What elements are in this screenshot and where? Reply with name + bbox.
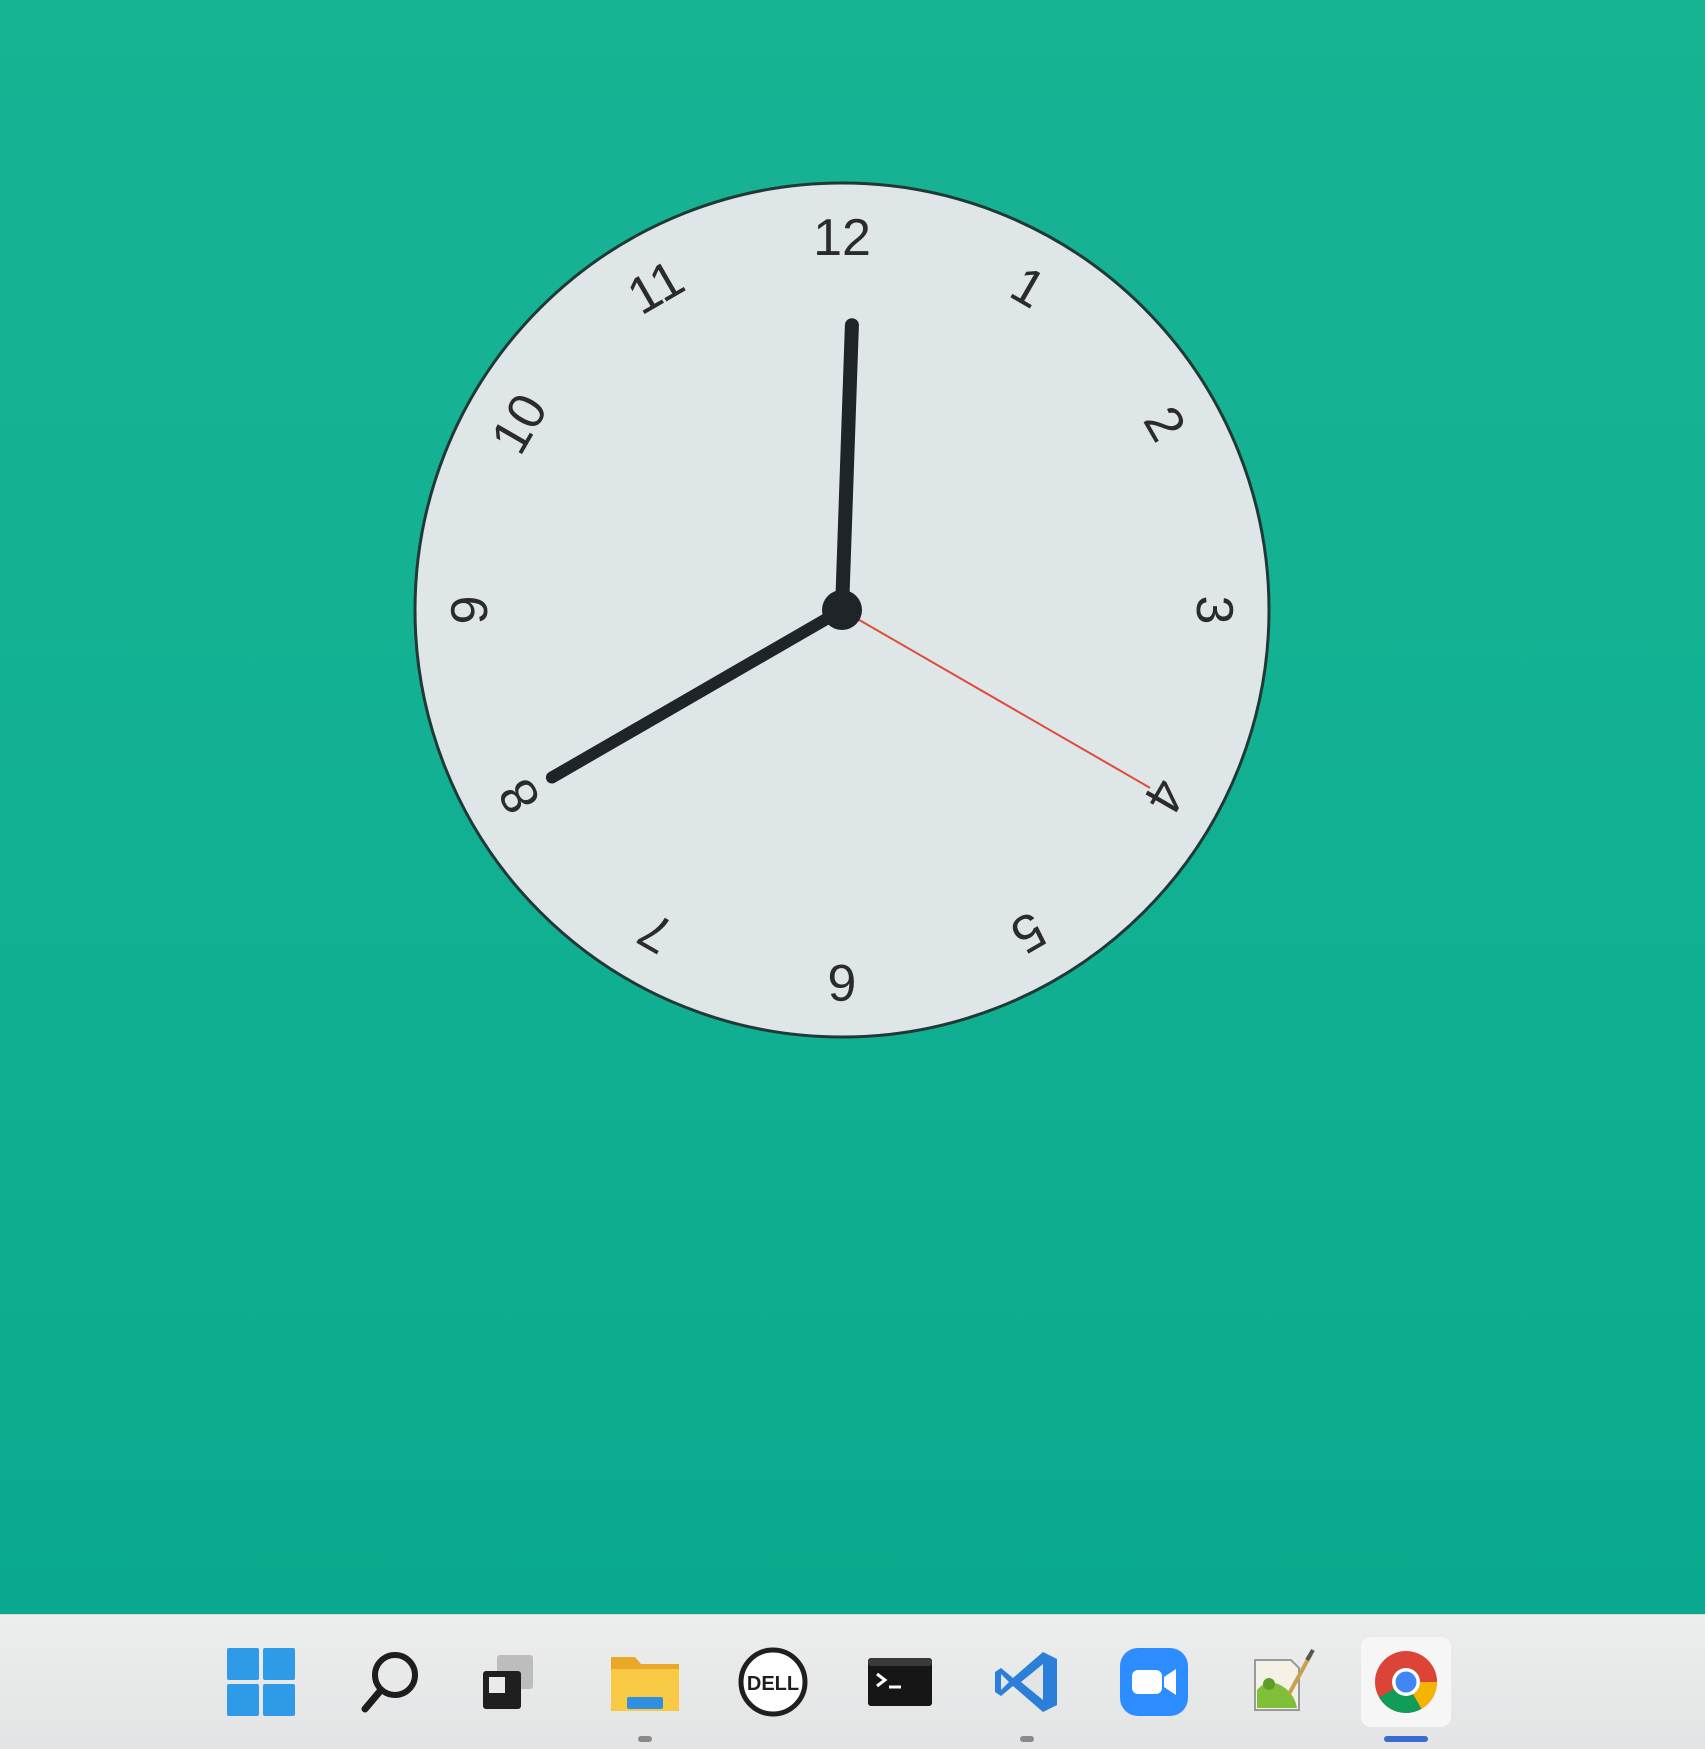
dell-app-button[interactable]: DELL: [728, 1637, 818, 1727]
running-indicator: [1020, 1736, 1034, 1742]
windows-logo-icon: [227, 1648, 295, 1716]
desktop-background: 12 1 2 3 4 5 6 7 8 9 10 11: [0, 0, 1705, 1614]
active-app-indicator: [1384, 1736, 1428, 1742]
dell-logo-icon: DELL: [738, 1647, 808, 1717]
clock-number: 12: [813, 209, 871, 267]
chrome-button[interactable]: [1361, 1637, 1451, 1727]
notepad-plus-plus-button[interactable]: [1236, 1637, 1326, 1727]
task-view-button[interactable]: [465, 1637, 555, 1727]
search-button[interactable]: [345, 1637, 435, 1727]
vscode-button[interactable]: [982, 1637, 1072, 1727]
clock-number: 3: [1185, 596, 1243, 625]
task-view-icon: [483, 1655, 533, 1709]
running-indicator: [638, 1736, 652, 1742]
clock-number: 6: [828, 953, 857, 1011]
terminal-icon: [868, 1658, 932, 1706]
vscode-icon: [995, 1652, 1057, 1712]
zoom-button[interactable]: [1109, 1637, 1199, 1727]
chrome-icon: [1375, 1651, 1437, 1713]
analog-clock: 121234567891011: [413, 181, 1271, 1039]
start-button[interactable]: [216, 1637, 306, 1727]
notepad-plus-plus-icon: [1254, 1648, 1315, 1711]
clock-number: 9: [441, 596, 499, 625]
search-icon: [361, 1652, 418, 1713]
terminal-button[interactable]: [855, 1637, 945, 1727]
zoom-icon: [1120, 1648, 1188, 1716]
dell-logo-text: DELL: [747, 1673, 799, 1695]
folder-icon: [611, 1657, 679, 1711]
file-explorer-button[interactable]: [600, 1637, 690, 1727]
taskbar: DELL: [0, 1614, 1705, 1749]
minute-hand: [835, 318, 859, 617]
clock-center-cap: [822, 590, 862, 630]
